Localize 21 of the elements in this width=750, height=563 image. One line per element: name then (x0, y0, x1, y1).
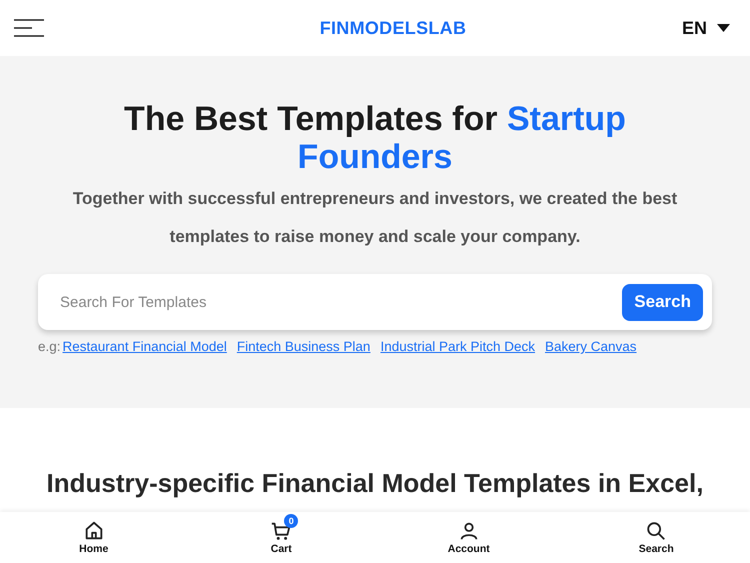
nav-item[interactable]: Account (375, 512, 562, 563)
section-heading: Industry-specific Financial Model Templates in Excel, (46, 468, 704, 499)
hero-subtitle: Together with successful entrepreneurs and investors, we created the best templates to raise money and scale your company. (72, 188, 678, 248)
nav-item[interactable]: 0 Cart (188, 512, 375, 563)
nav-item[interactable]: Search (562, 512, 750, 563)
cart-count-badge: 0 (284, 514, 298, 528)
account-icon (458, 520, 480, 542)
caret-icon (716, 24, 730, 32)
language-selector[interactable]: EN (682, 18, 730, 38)
search-field[interactable]: Search For Templates Search (38, 274, 712, 330)
menu-icon[interactable] (14, 19, 44, 37)
nav-item[interactable]: Home (0, 512, 188, 563)
example-link[interactable]: Fintech Business Plan (236, 339, 370, 354)
example-link[interactable]: Industrial Park Pitch Deck (380, 339, 536, 354)
logo[interactable]: FINMODELSLAB (320, 18, 466, 38)
example-link[interactable]: Restaurant Financial Model (62, 339, 227, 354)
search-icon (645, 520, 668, 542)
example-link[interactable]: Bakery Canvas (545, 339, 637, 354)
hero-title: The Best Templates for Startup Founders (123, 100, 627, 176)
search-button[interactable]: Search (622, 284, 703, 320)
examples-label: e.g: (38, 339, 61, 354)
